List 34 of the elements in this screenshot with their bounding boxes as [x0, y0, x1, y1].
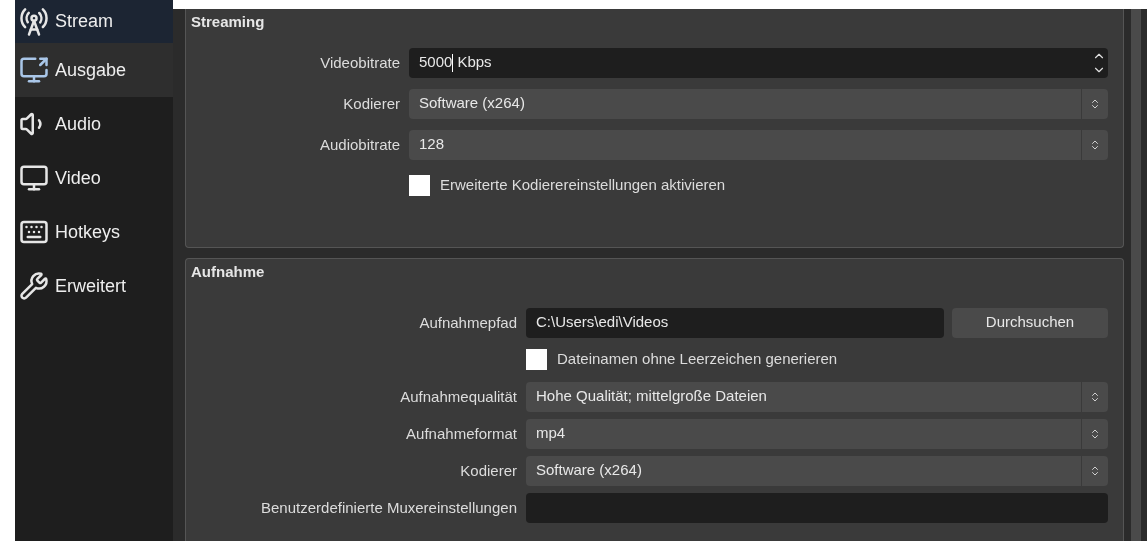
dropdown[interactable]: Hohe Qualität; mittelgroße Dateien	[526, 381, 1108, 412]
field-label: Audiobitrate	[319, 135, 400, 153]
dropdown[interactable]: 128	[409, 129, 1108, 160]
updown-icon[interactable]	[1089, 138, 1101, 151]
path-field[interactable]: C:\Users\edi\Videos	[526, 307, 944, 338]
updown-icon[interactable]	[1089, 427, 1101, 440]
group-title: Streaming	[191, 12, 265, 32]
dropdown[interactable]: Software (x264)	[409, 88, 1108, 119]
field-label: Kodierer	[343, 94, 400, 112]
field-label: Aufnahmequalität	[400, 387, 517, 405]
field-label: Aufnahmepfad	[419, 313, 517, 331]
dropdown[interactable]: Software (x264)	[526, 455, 1108, 486]
field-label: Kodierer	[460, 461, 517, 479]
field-label: Benutzerdefinierte Muxereinstellungen	[261, 498, 517, 516]
dropdown[interactable]: mp4	[526, 418, 1108, 449]
sidebar-item[interactable]: Ausgabe	[15, 43, 173, 97]
updown-icon[interactable]	[1089, 97, 1101, 110]
bitrate-spinbox[interactable]: 5000 Kbps	[409, 47, 1108, 78]
checkbox-label: Dateinamen ohne Leerzeichen generieren	[557, 349, 838, 370]
monitor-icon	[19, 163, 49, 193]
checkbox[interactable]	[526, 349, 547, 370]
wrench-icon	[19, 271, 49, 301]
radio-tower-icon	[19, 6, 49, 37]
updown-icon[interactable]	[1089, 464, 1101, 477]
checkbox[interactable]	[409, 175, 430, 196]
group-title: Aufnahme	[191, 262, 265, 282]
scrollbar[interactable]	[1131, 9, 1141, 541]
updown-icon[interactable]	[1089, 390, 1101, 403]
input-field[interactable]	[526, 492, 1108, 523]
browse-button[interactable]: Durchsuchen	[952, 307, 1108, 338]
checkbox-label: Erweiterte Kodierereinstellungen aktivieren	[440, 175, 726, 196]
field-label: Videobitrate	[320, 53, 400, 71]
field-label: Aufnahmeformat	[406, 424, 517, 442]
sidebar-item[interactable]: Stream	[15, 0, 173, 43]
